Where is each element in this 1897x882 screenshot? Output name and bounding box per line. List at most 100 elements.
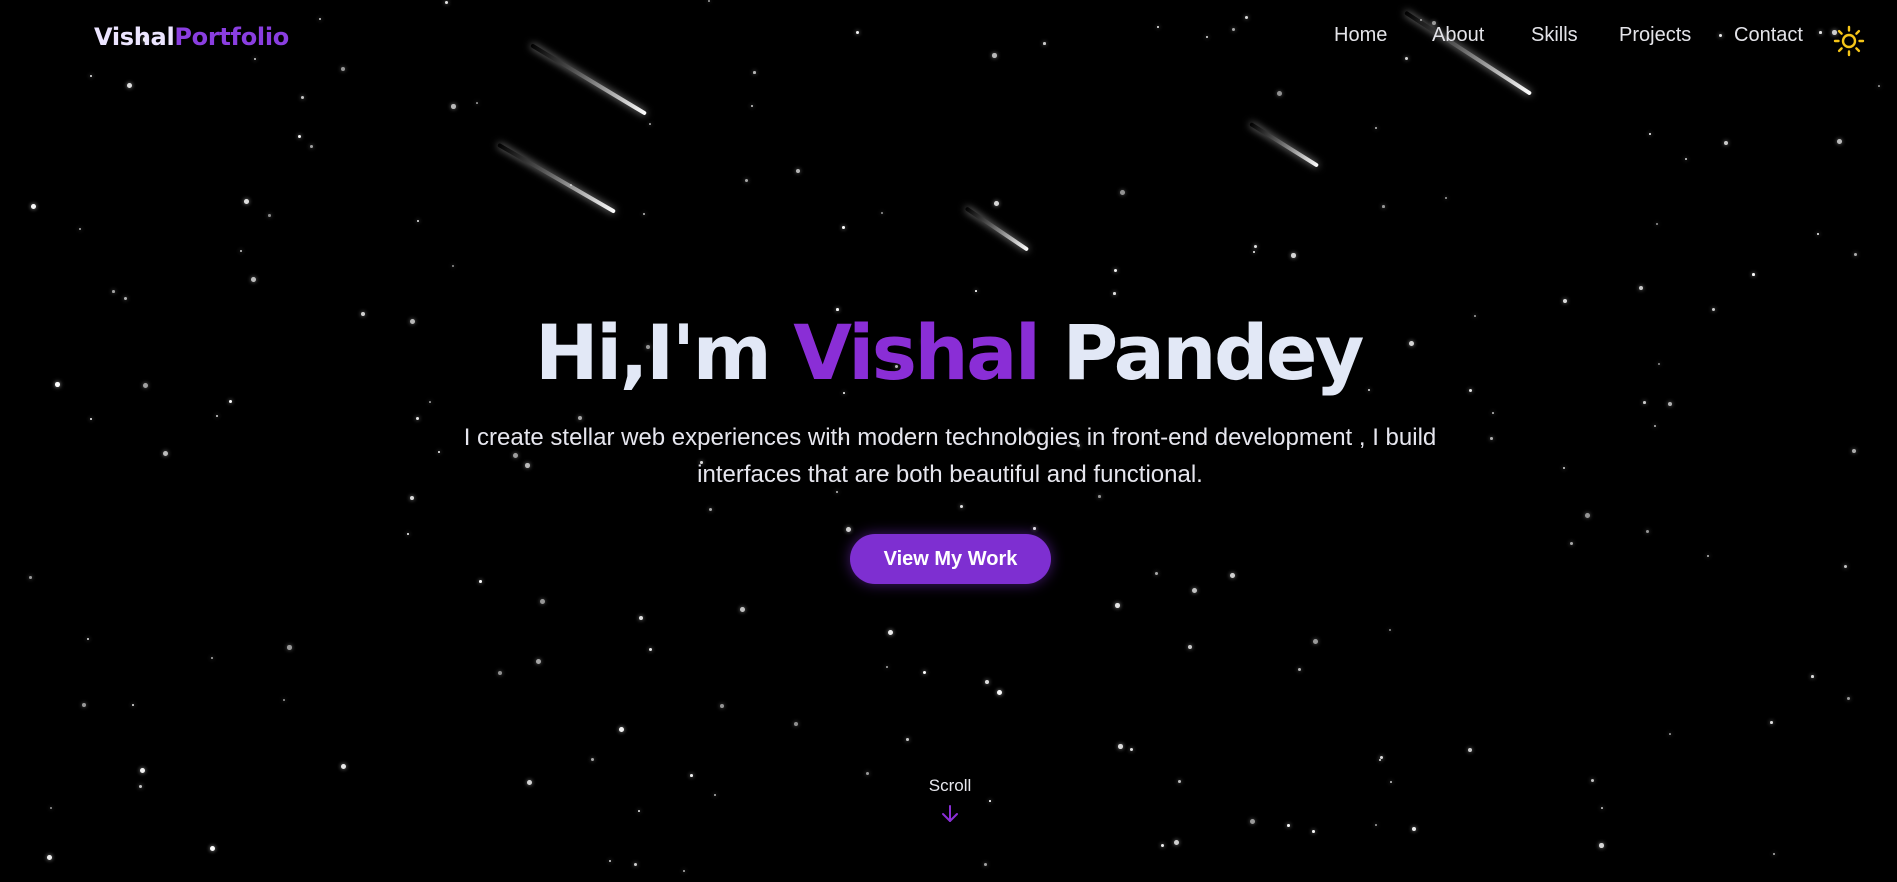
star (690, 774, 693, 777)
star (240, 250, 243, 253)
star (1412, 827, 1417, 832)
star (216, 415, 219, 418)
star (1375, 127, 1378, 130)
star (1253, 251, 1255, 253)
star (139, 785, 143, 789)
star (1563, 467, 1566, 470)
star (1445, 197, 1448, 200)
hero-subtitle: I create stellar web experiences with mo… (463, 424, 1437, 488)
star (1114, 269, 1118, 273)
star (745, 179, 749, 183)
star (1291, 253, 1296, 258)
star (975, 290, 977, 292)
theme-toggle-button[interactable] (1833, 25, 1865, 57)
star (476, 102, 478, 104)
star (1155, 572, 1159, 576)
star (649, 648, 653, 652)
star (740, 607, 745, 612)
scroll-indicator[interactable]: Scroll (900, 776, 1000, 826)
star (1563, 299, 1568, 304)
nav-link-about[interactable]: About (1432, 24, 1484, 47)
star (1277, 91, 1283, 97)
star (960, 505, 964, 509)
star (1115, 603, 1120, 608)
star (429, 401, 431, 403)
star (1120, 190, 1125, 195)
star (451, 104, 456, 109)
star (127, 83, 133, 89)
star (124, 297, 127, 300)
star (1773, 853, 1776, 856)
star (1390, 781, 1392, 783)
star (452, 265, 455, 268)
star (1492, 412, 1494, 414)
arrow-down-icon (942, 805, 958, 822)
nav-link-home[interactable]: Home (1334, 24, 1387, 47)
star (1118, 744, 1123, 749)
star (132, 704, 134, 706)
star (1098, 495, 1101, 498)
star (609, 860, 612, 863)
star (638, 810, 640, 812)
star (888, 630, 894, 636)
star (1375, 824, 1377, 826)
star (1591, 779, 1595, 783)
star (1878, 85, 1880, 87)
star (1379, 759, 1382, 762)
star (1570, 542, 1574, 546)
view-my-work-button[interactable]: View My Work (850, 534, 1051, 584)
star (527, 780, 533, 786)
star (634, 863, 637, 866)
hero-title: Hi,I'm Vishal Pandey (0, 305, 1897, 401)
star (985, 680, 990, 685)
star (29, 576, 32, 579)
star (1188, 645, 1193, 650)
hero-last-name: Pandey (1062, 308, 1364, 397)
star (1113, 292, 1116, 295)
star (1844, 565, 1848, 569)
star (886, 666, 888, 668)
star (1033, 527, 1036, 530)
star (997, 690, 1003, 696)
star (1490, 437, 1493, 440)
star (794, 722, 799, 727)
nav-link-projects[interactable]: Projects (1619, 24, 1691, 47)
star (479, 580, 482, 583)
star (1250, 819, 1256, 825)
star (1770, 721, 1773, 724)
meteor (497, 142, 616, 214)
navbar: VishalPortfolio Home About Skills Projec… (0, 0, 1897, 78)
star (984, 863, 988, 867)
nav-links: Home About Skills Projects Contact (0, 24, 1897, 54)
star (1161, 844, 1165, 848)
star (90, 418, 93, 421)
star (709, 508, 713, 512)
star (298, 135, 302, 139)
nav-link-skills[interactable]: Skills (1531, 24, 1578, 47)
star (163, 451, 169, 457)
star (341, 764, 346, 769)
star (1724, 141, 1729, 146)
star (720, 704, 725, 709)
star (140, 768, 145, 773)
star (47, 855, 52, 860)
star (82, 703, 87, 708)
star (796, 169, 801, 174)
star (540, 599, 545, 604)
nav-link-contact[interactable]: Contact (1734, 24, 1803, 47)
star (1649, 133, 1651, 135)
star (112, 290, 115, 293)
star (591, 758, 595, 762)
star (1130, 748, 1134, 752)
star (1817, 233, 1820, 236)
star (619, 727, 624, 732)
star (1669, 733, 1671, 735)
star (410, 496, 415, 501)
star (683, 870, 685, 872)
star (923, 671, 927, 675)
star (639, 616, 644, 621)
star (1313, 639, 1318, 644)
hero-first-name: Vishal (793, 308, 1041, 397)
sun-icon (1833, 25, 1865, 57)
star (251, 277, 256, 282)
